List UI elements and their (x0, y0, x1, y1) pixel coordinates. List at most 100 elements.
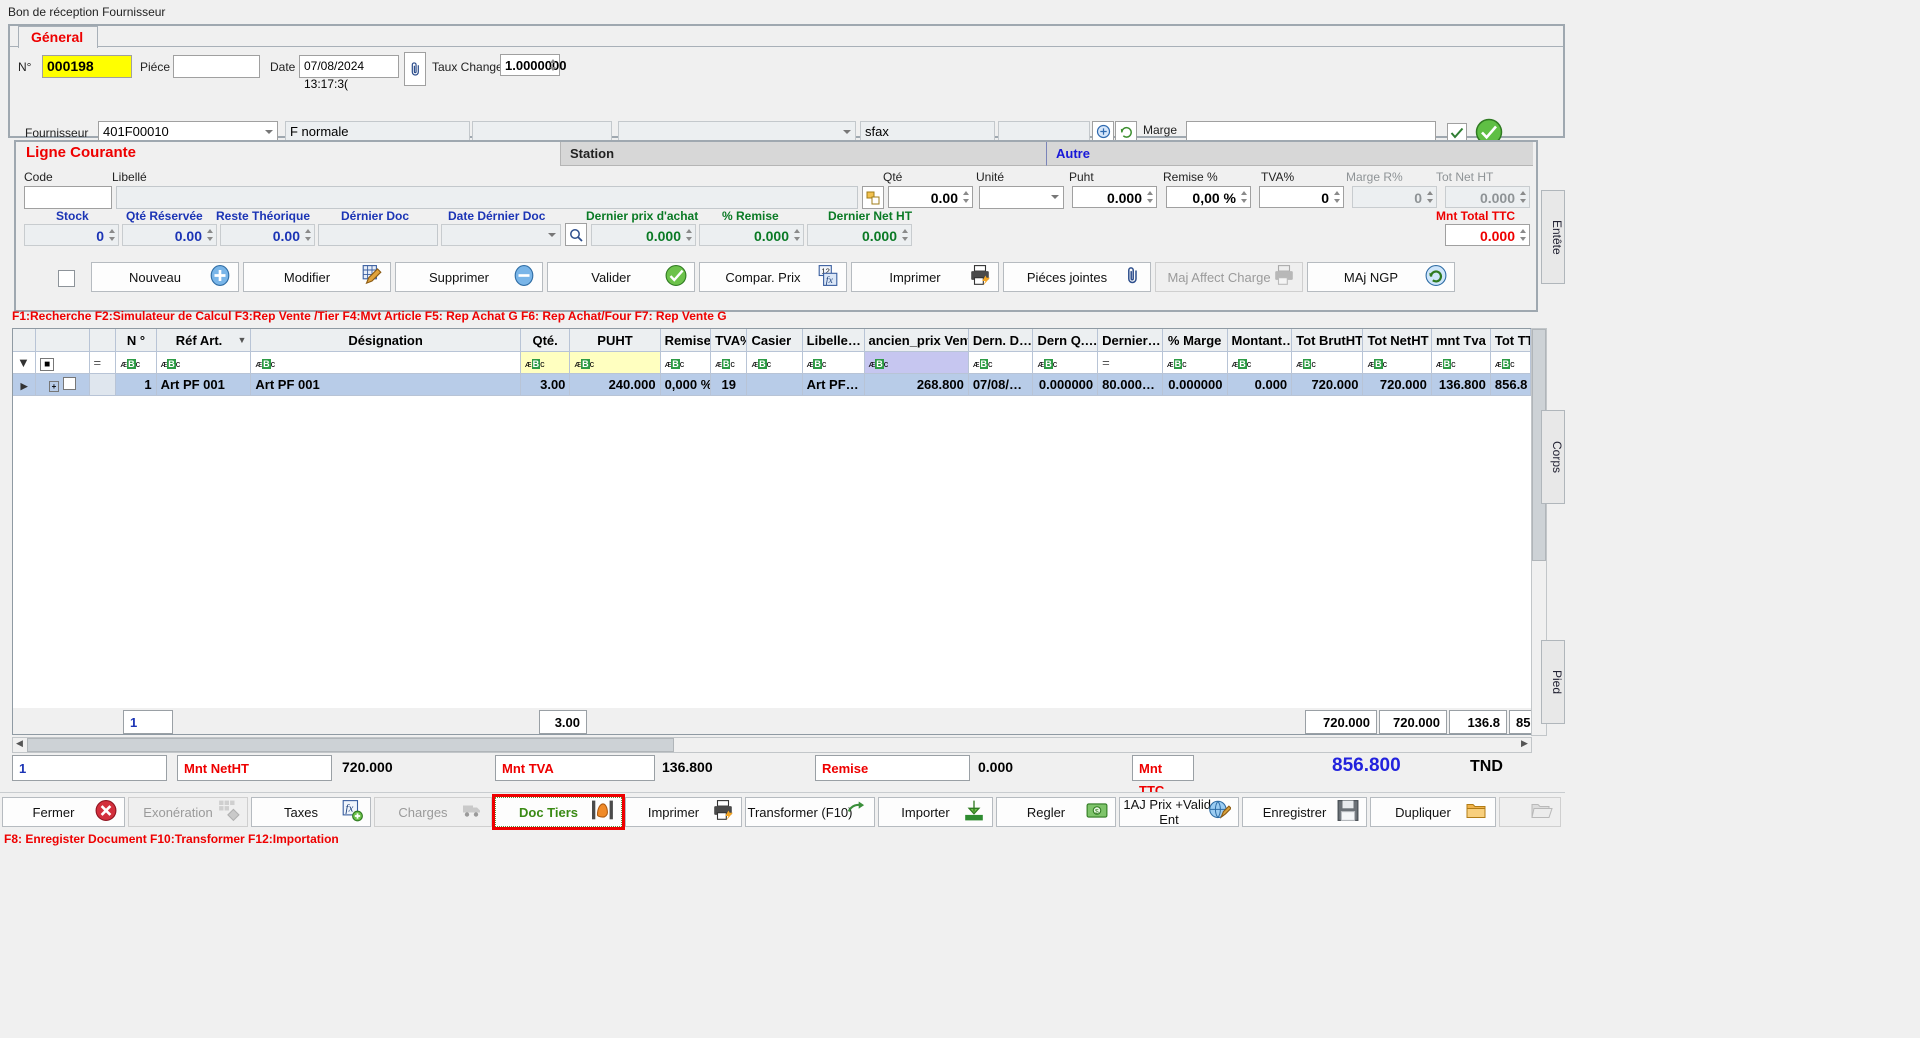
grid-filter-cell[interactable]: ᴁBᴄ (660, 352, 712, 374)
tab-general[interactable]: Géneral (18, 26, 99, 48)
select-all-icon[interactable]: ■ (40, 358, 55, 371)
lines-grid[interactable]: N ° Réf Art. ▼ Désignation Qté. PUHT Remise% TV… (12, 328, 1532, 710)
grid-col-header[interactable]: Réf Art. ▼ (156, 329, 252, 352)
num-input[interactable]: 000198 (42, 55, 132, 78)
tab-autre[interactable]: Autre (1056, 146, 1090, 161)
table-cell[interactable]: ▶ (13, 374, 37, 396)
table-cell[interactable]: 0,000 % (660, 374, 712, 396)
add-circle-icon[interactable] (1092, 121, 1114, 141)
code-input[interactable] (24, 186, 112, 209)
grid-filter-cell[interactable]: ᴁBᴄ (864, 352, 969, 374)
grid-filter-cell[interactable]: ᴁBᴄ (802, 352, 865, 374)
table-cell[interactable]: Art PF 001 (156, 374, 252, 396)
sort-desc-icon[interactable]: ▼ (238, 332, 247, 349)
grid-col-header[interactable]: N ° (116, 329, 157, 352)
transformer-f10-button[interactable]: Transformer (F10) (745, 797, 875, 827)
grid-col-header[interactable] (36, 329, 90, 352)
grid-filter-cell[interactable]: ᴁBᴄ (1162, 352, 1228, 374)
grid-col-header[interactable]: ancien_prix Vente (864, 329, 969, 352)
vtab-pied[interactable]: Pied (1541, 640, 1565, 724)
grid-hscroll-left[interactable]: ◀ (13, 738, 26, 750)
header-field-6[interactable] (998, 121, 1090, 141)
grid-col-header[interactable]: PUHT (570, 329, 661, 352)
vtab-corps[interactable]: Corps (1541, 410, 1565, 504)
grid-filter-cell[interactable]: = (1098, 352, 1163, 374)
toolbar-checkbox[interactable] (58, 270, 75, 287)
table-row[interactable]: ▶ + 1 Art PF 001 Art PF 001 3.00 240.000 0,000… (13, 374, 1531, 396)
date-dernier-doc-combo[interactable] (441, 224, 561, 246)
grid-col-header[interactable]: % Marge (1162, 329, 1228, 352)
table-cell[interactable]: 240.000 (570, 374, 661, 396)
table-cell[interactable]: 1 (116, 374, 157, 396)
table-cell[interactable]: 720.000 (1363, 374, 1432, 396)
grid-col-header[interactable]: Casier (747, 329, 803, 352)
grid-col-header[interactable]: Tot TTC (1490, 329, 1531, 352)
taux-change-input[interactable]: 1.0000000 (500, 54, 566, 76)
table-cell[interactable] (89, 374, 117, 396)
maj-ngp-button[interactable]: MAj NGP (1307, 262, 1455, 292)
regler-button[interactable]: Regler $ (996, 797, 1116, 827)
imprimer-button[interactable]: Imprimer (625, 797, 742, 827)
footer-count[interactable]: 1 (12, 755, 167, 781)
doc-tiers-button[interactable]: Doc Tiers (492, 794, 625, 830)
grid-col-header[interactable] (13, 329, 37, 352)
grid-col-header[interactable]: Dernier… (1098, 329, 1163, 352)
remise-pct-input[interactable]: 0,00 % (1166, 186, 1251, 208)
grid-filter-cell[interactable]: ᴁBᴄ (570, 352, 661, 374)
grid-col-header[interactable]: mnt Tva (1431, 329, 1491, 352)
grid-filter-cell[interactable]: ▼ (13, 352, 37, 374)
grid-col-header[interactable]: Tot BrutHT (1292, 329, 1364, 352)
header-field-4[interactable] (618, 121, 856, 141)
grid-filter-cell[interactable]: = (89, 352, 117, 374)
grid-filter-cell[interactable]: ᴁBᴄ (1431, 352, 1491, 374)
nouveau-button[interactable]: Nouveau (91, 262, 239, 292)
table-cell[interactable]: 3.00 (520, 374, 571, 396)
search-icon[interactable] (565, 223, 587, 246)
importer-button[interactable]: Importer (878, 797, 993, 827)
imprimer-button[interactable]: Imprimer (851, 262, 999, 292)
table-cell[interactable]: Art PF… (802, 374, 865, 396)
grid-col-header[interactable]: TVA% (711, 329, 748, 352)
puht-input[interactable]: 0.000 (1072, 186, 1157, 208)
table-cell[interactable]: 0.000 (1227, 374, 1293, 396)
paperclip-icon[interactable] (404, 52, 426, 86)
grid-col-header[interactable]: Qté. (520, 329, 571, 352)
funnel-filter-icon[interactable]: ▼ (17, 355, 30, 370)
refresh-icon[interactable] (1115, 121, 1137, 141)
valider-button[interactable]: Valider (547, 262, 695, 292)
grid-filter-cell[interactable]: ᴁBᴄ (156, 352, 252, 374)
grid-filter-cell[interactable]: ■ (36, 352, 90, 374)
expand-icon[interactable]: + (48, 381, 60, 392)
grid-filter-cell[interactable]: ᴁBᴄ (520, 352, 571, 374)
table-cell[interactable]: + (36, 374, 90, 396)
grid-col-header[interactable]: Tot NetHT (1363, 329, 1432, 352)
table-cell[interactable]: 136.800 (1431, 374, 1491, 396)
supprimer-button[interactable]: Supprimer (395, 262, 543, 292)
grid-hscroll-thumb[interactable] (27, 738, 674, 752)
tab-station[interactable]: Station (570, 146, 614, 161)
table-cell[interactable]: 268.800 (864, 374, 969, 396)
table-cell[interactable]: 80.000… (1098, 374, 1163, 396)
table-cell[interactable]: 856.8 (1490, 374, 1531, 396)
table-cell[interactable]: 07/08/… (968, 374, 1034, 396)
tva-pct-input[interactable]: 0 (1259, 186, 1344, 208)
grid-filter-cell[interactable]: ᴁBᴄ (747, 352, 803, 374)
grid-col-header[interactable]: Désignation (251, 329, 521, 352)
grid-filter-cell[interactable]: ᴁBᴄ (711, 352, 748, 374)
libelle-input[interactable] (116, 186, 858, 209)
grid-filter-cell[interactable]: ᴁBᴄ (1227, 352, 1293, 374)
piece-input[interactable] (173, 55, 260, 78)
ville-field[interactable]: sfax (860, 121, 995, 141)
grid-col-header[interactable]: Libelle… (802, 329, 865, 352)
grid-filter-cell[interactable]: ᴁBᴄ (968, 352, 1034, 374)
grid-hscrollbar[interactable]: ◀ ▶ (12, 737, 1532, 753)
qte-input[interactable]: 0.00 (888, 186, 973, 208)
grid-header-row[interactable]: N ° Réf Art. ▼ Désignation Qté. PUHT Remise% TV… (13, 329, 1531, 352)
table-cell[interactable]: Art PF 001 (251, 374, 521, 396)
equals-filter-icon[interactable]: = (1102, 355, 1110, 370)
grid-filter-cell[interactable]: ᴁBᴄ (116, 352, 157, 374)
dupliquer-button[interactable]: Dupliquer (1370, 797, 1496, 827)
grid-filter-cell[interactable]: ᴁBᴄ (1292, 352, 1364, 374)
equals-filter-icon[interactable]: = (94, 355, 102, 370)
compar-prix-button[interactable]: Compar. Prix 12 fx (699, 262, 847, 292)
